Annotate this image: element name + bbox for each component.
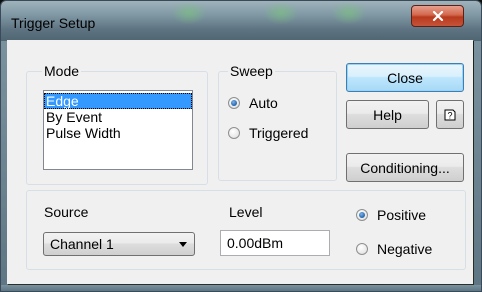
title-close-button[interactable]	[411, 5, 464, 27]
titlebar-glow	[263, 1, 299, 25]
titlebar-glow	[171, 1, 207, 25]
mode-list-item-edge[interactable]: Edge	[44, 93, 192, 109]
polarity-negative-radio[interactable]: Negative	[356, 241, 432, 257]
close-icon	[432, 11, 443, 21]
source-dropdown-value: Channel 1	[50, 236, 114, 252]
mode-group-label: Mode	[42, 63, 82, 79]
radio-button-unchecked[interactable]	[228, 127, 240, 139]
conditioning-button[interactable]: Conditioning...	[346, 153, 464, 182]
sweep-auto-label: Auto	[249, 95, 278, 111]
sweep-auto-radio[interactable]: Auto	[228, 95, 278, 111]
radio-button-unchecked[interactable]	[356, 243, 368, 255]
mode-listbox[interactable]: Edge By Event Pulse Width	[43, 90, 193, 170]
svg-text:?: ?	[447, 110, 452, 120]
source-label: Source	[44, 204, 89, 220]
polarity-negative-label: Negative	[377, 241, 433, 257]
sweep-triggered-radio[interactable]: Triggered	[228, 125, 308, 141]
chevron-down-icon	[179, 242, 187, 247]
context-help-icon: ?	[444, 109, 456, 120]
title-bar[interactable]: Trigger Setup	[1, 1, 481, 41]
level-input[interactable]: 0.00dBm	[220, 230, 330, 256]
radio-button-checked[interactable]	[228, 97, 240, 109]
level-label: Level	[229, 204, 263, 220]
source-dropdown[interactable]: Channel 1	[43, 232, 195, 256]
titlebar-glow	[331, 1, 367, 25]
sweep-triggered-label: Triggered	[249, 125, 309, 141]
mode-list-item-pulse-width[interactable]: Pulse Width	[44, 125, 192, 141]
mode-list-item-by-event[interactable]: By Event	[44, 109, 192, 125]
sweep-group-label: Sweep	[228, 63, 275, 79]
close-button[interactable]: Close	[346, 63, 464, 92]
window-frame-right	[474, 41, 481, 291]
window-title: Trigger Setup	[11, 15, 96, 31]
help-button[interactable]: Help	[346, 100, 429, 129]
window-frame-bottom	[1, 285, 481, 291]
polarity-positive-label: Positive	[377, 207, 427, 223]
polarity-positive-radio[interactable]: Positive	[356, 207, 426, 223]
radio-button-checked[interactable]	[356, 209, 368, 221]
context-help-button[interactable]: ?	[436, 100, 464, 129]
